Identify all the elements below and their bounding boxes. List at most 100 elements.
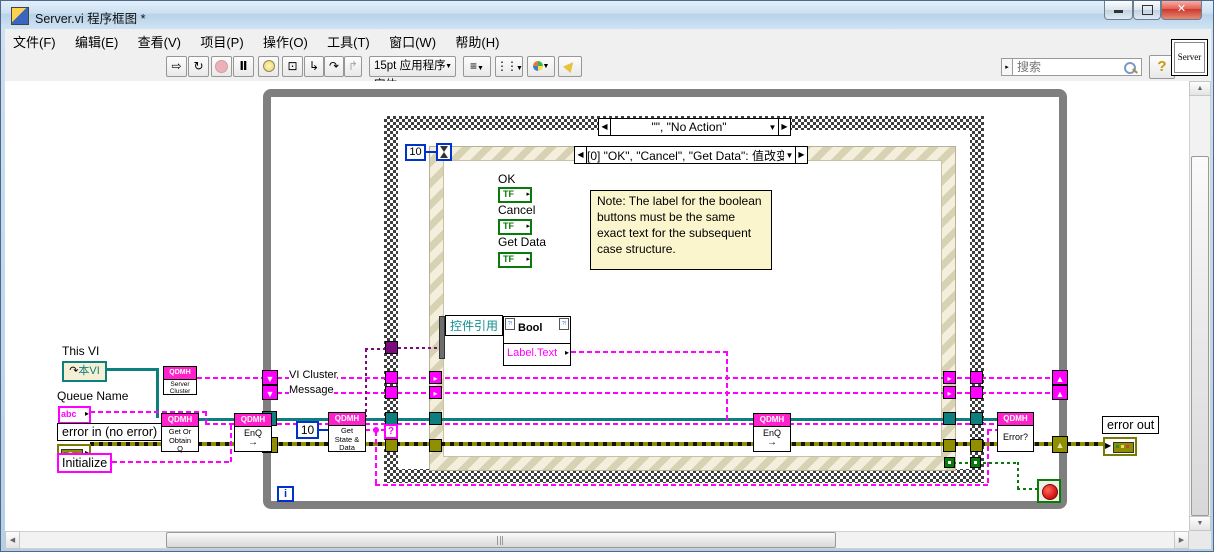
previous-case-icon[interactable]: ◀ — [599, 119, 611, 135]
retain-wire-values-button[interactable]: ⊡ — [282, 56, 303, 77]
thumb-grip-icon — [502, 536, 505, 545]
menu-project[interactable]: 项目(P) — [192, 29, 251, 51]
menu-operate[interactable]: 操作(O) — [255, 29, 316, 51]
ok-boolean-terminal[interactable]: TF ▸ — [498, 187, 532, 203]
tunnel-queue-case-right[interactable] — [970, 412, 983, 425]
tunnel-message-event-right[interactable]: ▸ — [943, 386, 956, 399]
initialize-string-constant[interactable]: Initialize — [57, 453, 112, 473]
step-over-button[interactable]: ↷ — [324, 56, 344, 77]
refnum-corner-icon: ?! — [505, 318, 515, 330]
tunnel-vicluster-case-right[interactable] — [970, 371, 983, 384]
this-vi-reference[interactable]: ↷本VI — [62, 361, 107, 382]
scroll-down-icon[interactable]: ▼ — [1189, 516, 1211, 531]
abort-button[interactable] — [211, 56, 232, 77]
tunnel-error-case-left[interactable] — [385, 439, 398, 452]
menu-edit[interactable]: 编辑(E) — [67, 29, 126, 51]
qdmh-enqueue-init-node[interactable]: QDMH EnQ → — [234, 413, 272, 452]
vi-icon[interactable]: Server — [1171, 39, 1208, 76]
shift-register-right-error[interactable]: ▲ — [1052, 436, 1068, 453]
tunnel-error-event-left[interactable] — [429, 439, 442, 452]
tunnel-message-event-left[interactable]: ▸ — [429, 386, 442, 399]
vertical-scrollbar-thumb[interactable] — [1191, 156, 1209, 516]
case-selector-label[interactable]: ◀ "", "No Action" ▼ ▶ — [598, 118, 791, 136]
scroll-right-icon[interactable]: ▶ — [1174, 531, 1189, 549]
search-expander[interactable]: ▸ — [1001, 58, 1013, 76]
iteration-terminal[interactable]: i — [277, 486, 294, 502]
shift-register-left-message[interactable]: ▼ — [262, 385, 278, 400]
highlight-execution-button[interactable] — [258, 56, 279, 77]
search-input[interactable] — [1013, 58, 1121, 76]
step-out-button[interactable]: ↱ — [344, 56, 362, 77]
shift-register-right-message[interactable]: ▲ — [1052, 385, 1068, 400]
shift-register-left-vi-cluster[interactable]: ▼ — [262, 370, 278, 385]
tunnel-vicluster-event-right[interactable]: ▸ — [943, 371, 956, 384]
get-data-boolean-terminal[interactable]: TF ▸ — [498, 252, 532, 268]
queue-name-label: Queue Name — [57, 389, 128, 403]
error-in-label: error in (no error) — [57, 423, 162, 441]
menu-file[interactable]: 文件(F) — [5, 29, 64, 51]
timeout-constant[interactable]: 10 — [405, 144, 426, 161]
timeout-hourglass-icon — [436, 143, 452, 161]
tunnel-queue-event-left[interactable] — [429, 412, 442, 425]
horizontal-scrollbar-thumb[interactable] — [166, 532, 836, 548]
labview-window: Server.vi 程序框图 * ✕ 文件(F) 编辑(E) 查看(V) 项目(… — [0, 0, 1214, 552]
case-dropdown-icon[interactable]: ▼ — [767, 123, 778, 132]
reorder-objects-button[interactable]: ▼ — [527, 56, 555, 77]
qdmh-get-state-data-node[interactable]: QDMH Get State & Data — [328, 412, 366, 452]
property-node[interactable]: ?! ?! Bool Label.Text ▸ — [503, 316, 571, 366]
qdmh-enqueue-event-node[interactable]: QDMH EnQ → — [753, 413, 791, 452]
tunnel-error-case-right[interactable] — [970, 439, 983, 452]
event-dropdown-icon[interactable]: ▼ — [784, 151, 795, 160]
tunnel-message-case-right[interactable] — [970, 386, 983, 399]
step-over-icon: ↷ — [329, 59, 339, 73]
chevron-down-icon: ▼ — [445, 57, 452, 76]
scroll-left-icon[interactable]: ◀ — [5, 531, 20, 549]
menu-view[interactable]: 查看(V) — [130, 29, 189, 51]
minimize-button[interactable] — [1104, 1, 1133, 20]
tunnel-error-event-right[interactable] — [943, 439, 956, 452]
cancel-button-label: Cancel — [498, 203, 535, 217]
next-case-icon[interactable]: ▶ — [778, 119, 790, 135]
tunnel-message-case-left[interactable] — [385, 386, 398, 399]
property-node-property[interactable]: Label.Text — [507, 347, 557, 359]
tunnel-vicluster-event-left[interactable]: ▸ — [429, 371, 442, 384]
title-bar: Server.vi 程序框图 * ✕ — [1, 1, 1214, 29]
close-button[interactable]: ✕ — [1161, 1, 1202, 20]
event-selector-label[interactable]: ◀ [0] "OK", "Cancel", "Get Data": 值改变 ▼ … — [574, 146, 808, 164]
step-into-button[interactable]: ↳ — [304, 56, 324, 77]
qdmh-get-or-obtain-q-node[interactable]: QDMH Get Or Obtain Q — [161, 413, 199, 452]
queue-name-terminal[interactable]: abc ▸ — [58, 406, 91, 424]
search-button[interactable] — [1120, 58, 1142, 76]
tunnel-stop-event-right[interactable] — [944, 457, 955, 468]
qdmh-server-cluster-node[interactable]: QDMH Server Cluster — [163, 366, 197, 395]
tunnel-vicluster-case-left[interactable] — [385, 371, 398, 384]
run-continuous-button[interactable]: ↻ — [188, 56, 209, 77]
this-vi-label: This VI — [62, 344, 99, 358]
menu-tools[interactable]: 工具(T) — [319, 29, 378, 51]
distribute-objects-button[interactable]: ⋮⋮▼ — [495, 56, 523, 77]
menu-window[interactable]: 窗口(W) — [381, 29, 444, 51]
tunnel-stop-case-right[interactable] — [970, 457, 981, 468]
cancel-boolean-terminal[interactable]: TF ▸ — [498, 219, 532, 235]
error-out-terminal[interactable]: ▶ — [1103, 437, 1137, 456]
run-continuous-icon: ↻ — [193, 59, 203, 73]
qdmh-error-check-node[interactable]: QDMH Error? — [997, 412, 1034, 452]
case-selector-terminal[interactable]: ? — [384, 424, 398, 439]
previous-event-icon[interactable]: ◀ — [575, 147, 587, 163]
align-objects-button[interactable]: ≡▼ — [463, 56, 491, 77]
stop-button-terminal[interactable] — [1037, 479, 1061, 503]
run-button[interactable]: ⇨ — [166, 56, 187, 77]
font-selector[interactable]: 15pt 应用程序字体 ▼ — [369, 56, 456, 77]
next-event-icon[interactable]: ▶ — [795, 147, 807, 163]
state-loop-wire — [987, 430, 989, 486]
shift-register-right-vi-cluster[interactable]: ▲ — [1052, 370, 1068, 385]
pause-button[interactable]: Ⅱ — [233, 56, 254, 77]
ctl-ref-item[interactable]: 控件引用 — [445, 315, 503, 336]
wait-ms-constant[interactable]: 10 — [296, 421, 319, 439]
scroll-up-icon[interactable]: ▲ — [1189, 81, 1211, 96]
tunnel-ctlref-case-left[interactable] — [385, 341, 398, 354]
menu-help[interactable]: 帮助(H) — [447, 29, 507, 51]
maximize-button[interactable] — [1133, 1, 1161, 20]
cleanup-diagram-button[interactable] — [558, 56, 582, 77]
tunnel-queue-event-right[interactable] — [943, 412, 956, 425]
